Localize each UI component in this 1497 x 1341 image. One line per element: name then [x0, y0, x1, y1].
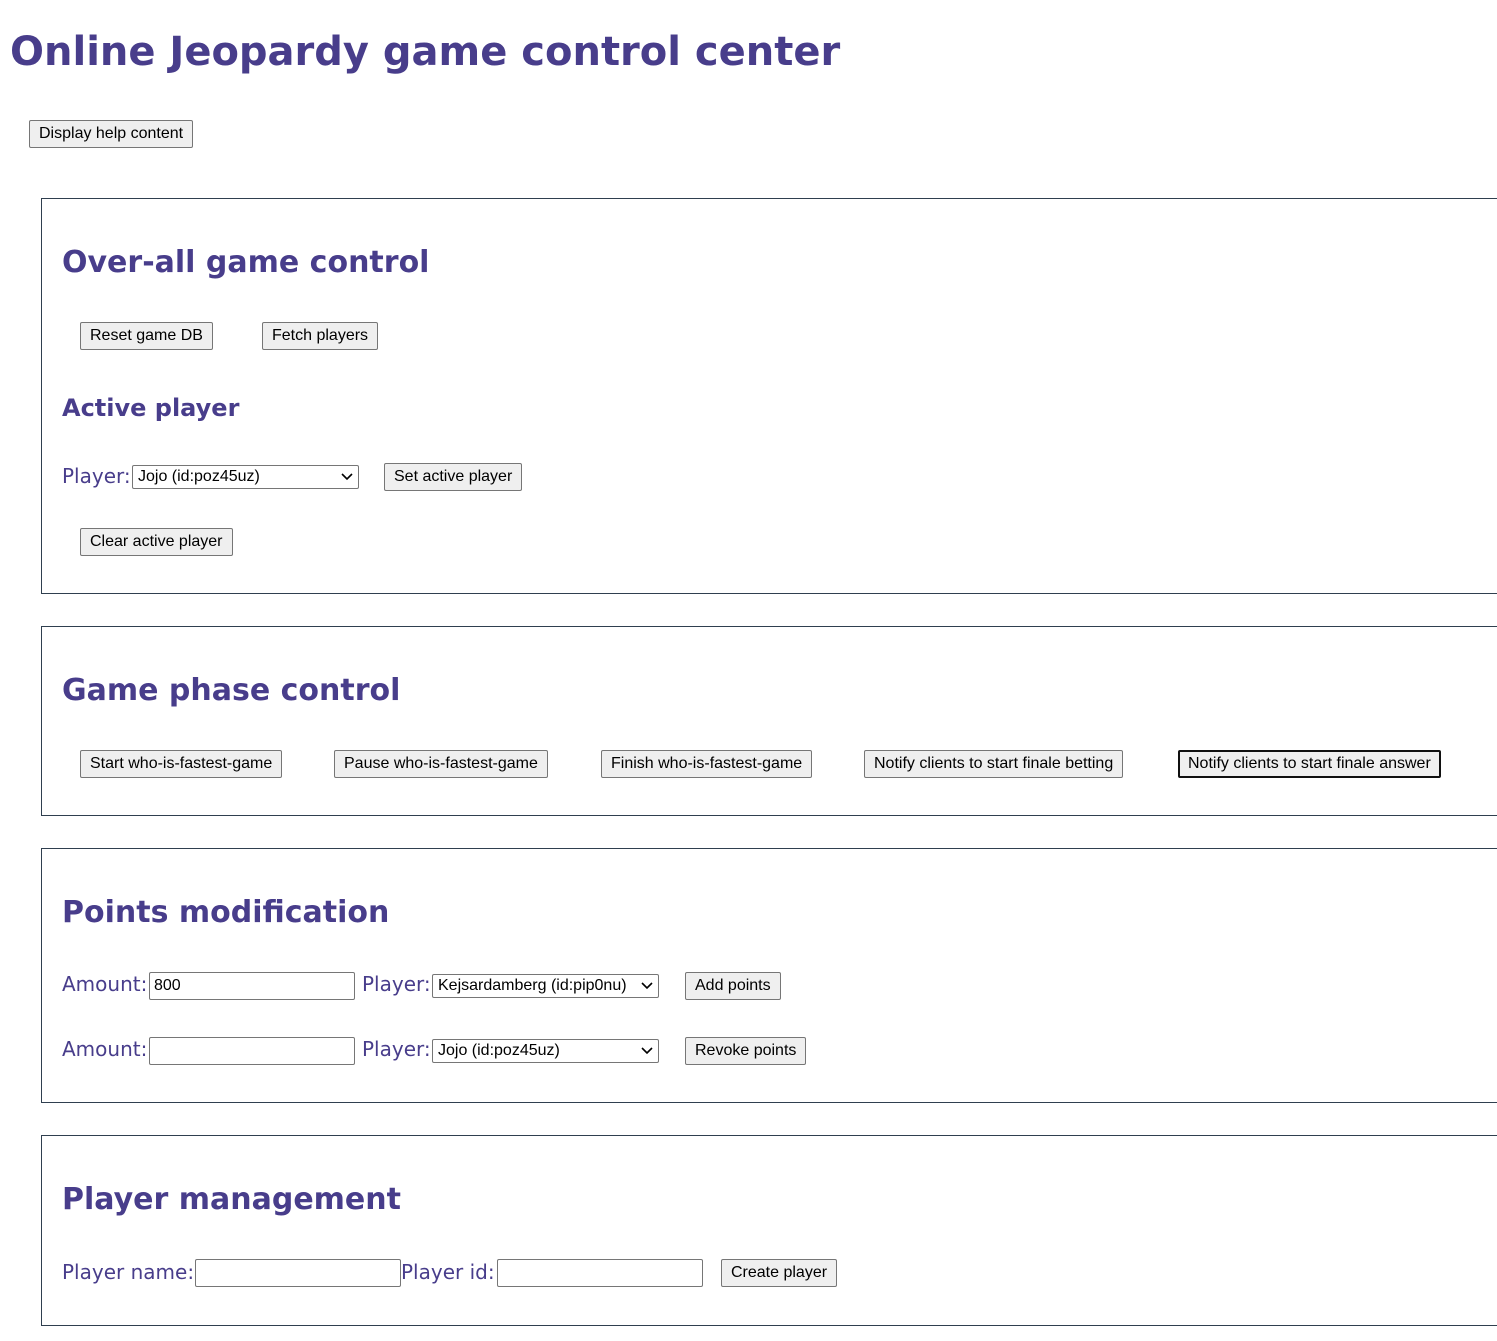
overall-section-title: Over-all game control — [62, 245, 430, 280]
add-amount-label: Amount: — [62, 972, 148, 996]
revoke-player-label: Player: — [362, 1037, 431, 1061]
chevron-down-icon — [641, 982, 653, 990]
active-player-label: Player: — [62, 464, 131, 488]
reset-game-db-button[interactable]: Reset game DB — [80, 322, 213, 350]
overall-game-control-section: Over-all game control Reset game DB Fetc… — [41, 198, 1497, 594]
add-amount-input[interactable]: 800 — [149, 972, 355, 1000]
active-player-select-value: Jojo (id:poz45uz) — [138, 468, 260, 485]
player-name-input[interactable] — [195, 1259, 401, 1287]
player-management-title: Player management — [62, 1182, 401, 1217]
display-help-button[interactable]: Display help content — [29, 120, 194, 148]
active-player-select[interactable]: Jojo (id:poz45uz) — [132, 465, 359, 489]
revoke-amount-label: Amount: — [62, 1037, 148, 1061]
revoke-player-select[interactable]: Jojo (id:poz45uz) — [432, 1039, 659, 1063]
phase-section-title: Game phase control — [62, 673, 401, 708]
revoke-points-button[interactable]: Revoke points — [685, 1037, 807, 1065]
finish-fastest-game-button[interactable]: Finish who-is-fastest-game — [601, 750, 813, 778]
page-title: Online Jeopardy game control center — [10, 29, 841, 75]
fetch-players-button[interactable]: Fetch players — [262, 322, 379, 350]
active-player-title: Active player — [62, 394, 240, 422]
set-active-player-button[interactable]: Set active player — [384, 463, 523, 491]
player-management-section: Player management Player name: Player id… — [41, 1135, 1497, 1326]
add-player-label: Player: — [362, 972, 431, 996]
revoke-amount-input[interactable] — [149, 1037, 355, 1065]
player-name-label: Player name: — [62, 1260, 195, 1284]
create-player-button[interactable]: Create player — [721, 1259, 838, 1287]
add-player-select-value: Kejsardamberg (id:pip0nu) — [438, 977, 627, 994]
clear-active-player-button[interactable]: Clear active player — [80, 528, 233, 556]
points-modification-section: Points modification Amount: 800 Player: … — [41, 848, 1497, 1103]
game-phase-control-section: Game phase control Start who-is-fastest-… — [41, 626, 1497, 816]
notify-finale-answer-button[interactable]: Notify clients to start finale answer — [1178, 750, 1441, 778]
add-player-select[interactable]: Kejsardamberg (id:pip0nu) — [432, 974, 659, 998]
pause-fastest-game-button[interactable]: Pause who-is-fastest-game — [334, 750, 548, 778]
chevron-down-icon — [341, 473, 353, 481]
start-fastest-game-button[interactable]: Start who-is-fastest-game — [80, 750, 283, 778]
chevron-down-icon — [641, 1047, 653, 1055]
notify-finale-betting-button[interactable]: Notify clients to start finale betting — [864, 750, 1124, 778]
add-points-button[interactable]: Add points — [685, 972, 781, 1000]
player-id-input[interactable] — [497, 1259, 703, 1287]
revoke-player-select-value: Jojo (id:poz45uz) — [438, 1042, 560, 1059]
player-id-label: Player id: — [401, 1260, 495, 1284]
points-section-title: Points modification — [62, 895, 390, 930]
